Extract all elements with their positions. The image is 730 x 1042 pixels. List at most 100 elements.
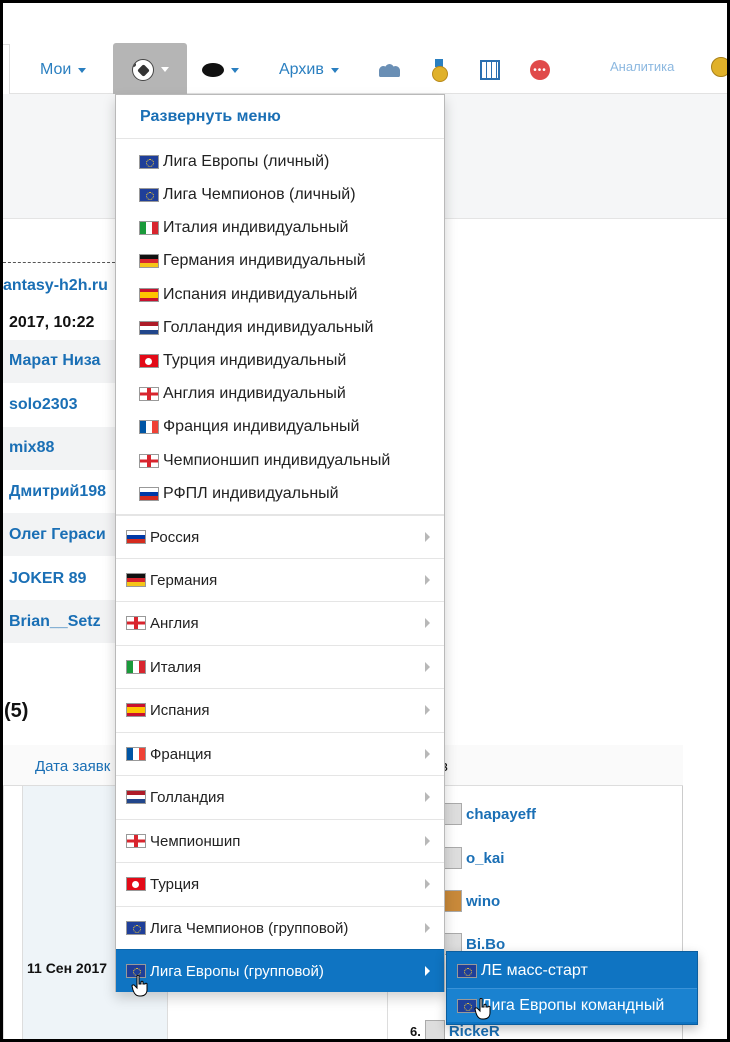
player-link[interactable]: solo2303 (9, 396, 77, 414)
menu-item-individual[interactable]: Италия индивидуальный (116, 211, 444, 244)
avatar (442, 890, 462, 912)
medal-icon (432, 59, 448, 82)
participant-link[interactable]: RickeR (449, 1023, 500, 1040)
eu-flag-icon (139, 187, 159, 202)
caret-down-icon (78, 67, 87, 73)
submenu-netherlands[interactable]: Голландия (116, 775, 444, 818)
flyout-item-mass-start[interactable]: ЛЕ масс-старт (447, 954, 697, 988)
table-header-date[interactable]: Дата заявк (35, 758, 110, 775)
expand-menu-link[interactable]: Развернуть меню (116, 95, 444, 139)
submenu-italy[interactable]: Италия (116, 645, 444, 688)
player-link[interactable]: mix88 (9, 439, 54, 457)
menu-item-individual[interactable]: Испания индивидуальный (116, 278, 444, 311)
menu-item-individual[interactable]: Англия индивидуальный (116, 377, 444, 410)
avatar (442, 803, 462, 825)
eu-flag-icon (126, 921, 146, 935)
participant-link[interactable]: wino (466, 893, 500, 910)
menu-item-label: Испания индивидуальный (163, 285, 358, 303)
caret-down-icon (160, 67, 169, 72)
table-cell-date: 11 Сен 2017 (27, 960, 108, 976)
turkey-flag-icon (126, 877, 146, 891)
avatar (442, 847, 462, 869)
hand-cursor-icon (474, 998, 491, 1020)
participant-row: wino (442, 890, 500, 912)
nav-medal[interactable] (432, 53, 448, 87)
menu-item-label: Франция индивидуальный (163, 417, 360, 435)
chevron-right-icon (425, 879, 430, 889)
submenu-turkey[interactable]: Турция (116, 862, 444, 905)
menu-item-label: Германия (150, 571, 218, 589)
spain-flag-icon (139, 287, 159, 302)
chevron-right-icon (425, 792, 430, 802)
participant-link[interactable]: chapayeff (466, 806, 536, 823)
nav-moi[interactable]: Мои (40, 53, 87, 87)
france-flag-icon (126, 747, 146, 761)
caret-down-icon (330, 67, 339, 73)
turkey-flag-icon (139, 353, 159, 368)
menu-item-individual[interactable]: РФПЛ индивидуальный (116, 477, 444, 510)
submenu-russia[interactable]: Россия (116, 515, 444, 558)
menu-item-individual[interactable]: Чемпионшип индивидуальный (116, 444, 444, 477)
chevron-right-icon (425, 923, 430, 933)
menu-item-individual[interactable]: Турция индивидуальный (116, 344, 444, 377)
caret-down-icon (231, 67, 239, 73)
eu-flag-icon (139, 154, 159, 169)
chevron-right-icon (425, 749, 430, 759)
participant-link[interactable]: Bi.Bo (466, 936, 505, 953)
submenu-spain[interactable]: Испания (116, 688, 444, 731)
player-link[interactable]: JOKER 89 (9, 570, 86, 588)
soccer-ball-icon (131, 58, 154, 81)
submenu-champions-league-group[interactable]: Лига Чемпионов (групповой) (116, 906, 444, 949)
menu-item-label: Россия (150, 528, 200, 546)
player-link[interactable]: Олег Гераси (9, 526, 106, 544)
england-flag-icon (139, 453, 159, 468)
menu-item-label: Италия индивидуальный (163, 218, 349, 236)
datetime-text: 2017, 10:22 (9, 314, 95, 331)
russia-flag-icon (126, 530, 146, 544)
menu-item-label: Чемпионшип индивидуальный (163, 451, 391, 469)
menu-item-label: РФПЛ индивидуальный (163, 484, 339, 502)
coins-icon[interactable] (711, 57, 730, 77)
submenu-england[interactable]: Англия (116, 601, 444, 644)
nav-chat[interactable]: ••• (530, 53, 550, 87)
player-link[interactable]: Brian__Setz (9, 613, 101, 631)
rank-number: 6. (410, 1023, 421, 1039)
participant-link[interactable]: o_kai (466, 850, 504, 867)
participant-row: o_kai (442, 847, 504, 869)
netherlands-flag-icon (139, 320, 159, 335)
nav-analytics[interactable]: Аналитика (610, 59, 674, 74)
chevron-right-icon (425, 836, 430, 846)
menu-item-label: Турция (150, 875, 200, 893)
nav-tab-fragment[interactable] (3, 44, 10, 95)
italy-flag-icon (126, 660, 146, 674)
menu-item-label: Германия индивидуальный (163, 251, 366, 269)
nav-hockey[interactable] (202, 53, 239, 87)
menu-item-label: Турция индивидуальный (163, 351, 347, 369)
nav-soccer-dropdown-toggle[interactable] (113, 43, 187, 96)
menu-item-individual[interactable]: Франция индивидуальный (116, 410, 444, 443)
menu-item-individual[interactable]: Лига Чемпионов (личный) (116, 178, 444, 211)
italy-flag-icon (139, 220, 159, 235)
menu-item-individual[interactable]: Лига Европы (личный) (116, 145, 444, 178)
menu-item-individual[interactable]: Германия индивидуальный (116, 244, 444, 277)
submenu-championship[interactable]: Чемпионшип (116, 819, 444, 862)
menu-item-label: Франция (150, 745, 212, 763)
france-flag-icon (139, 419, 159, 434)
submenu-germany[interactable]: Германия (116, 558, 444, 601)
netherlands-flag-icon (126, 790, 146, 804)
player-link[interactable]: Марат Низа (9, 352, 100, 370)
submenu-france[interactable]: Франция (116, 732, 444, 775)
table-icon (480, 60, 500, 80)
site-link[interactable]: antasy-h2h.ru (3, 277, 108, 295)
eu-flag-icon (457, 964, 477, 978)
nav-users[interactable] (379, 53, 401, 87)
nav-table[interactable] (480, 53, 500, 87)
hand-cursor-icon (131, 975, 148, 997)
avatar (424, 1020, 445, 1042)
nav-archive[interactable]: Архив (279, 53, 339, 87)
submenu-europa-league-group[interactable]: Лига Европы (групповой) (116, 949, 444, 992)
germany-flag-icon (139, 253, 159, 268)
menu-item-individual[interactable]: Голландия индивидуальный (116, 311, 444, 344)
top-navbar: Мои Архив ••• Аналитика (3, 3, 730, 96)
player-link[interactable]: Дмитрий198 (9, 483, 106, 501)
